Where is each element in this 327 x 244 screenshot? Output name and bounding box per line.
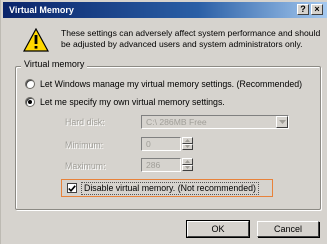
radio-manual-settings[interactable]: Let me specify my own virtual memory set… (25, 97, 225, 107)
maximum-spinner[interactable] (182, 158, 193, 171)
spin-down-icon[interactable] (182, 143, 193, 150)
checkmark-icon (68, 184, 76, 192)
window-title: Virtual Memory (9, 5, 74, 15)
ok-button[interactable]: OK (186, 220, 250, 238)
radio-windows-manage[interactable]: Let Windows manage my virtual memory set… (25, 79, 302, 89)
disable-virtual-memory-checkbox[interactable] (67, 183, 77, 193)
minimum-spinner[interactable] (182, 137, 193, 150)
radio-button[interactable] (25, 79, 35, 89)
disable-virtual-memory-label[interactable]: Disable virtual memory. (Not recommended… (81, 182, 259, 195)
chevron-down-icon[interactable] (276, 116, 288, 128)
radio-button-selected[interactable] (25, 97, 35, 107)
radio-manual-label: Let me specify my own virtual memory set… (40, 97, 225, 107)
virtual-memory-dialog: Virtual Memory ? × These settings can ad… (0, 0, 327, 244)
maximum-label: Maximum: (65, 161, 106, 171)
warning-triangle-icon (23, 28, 49, 52)
hard-disk-label: Hard disk: (65, 117, 105, 127)
hard-disk-dropdown[interactable]: C:\ 286MB Free (141, 115, 289, 129)
minimum-input[interactable]: 0 (141, 137, 181, 151)
title-bar: Virtual Memory ? × (3, 2, 327, 18)
spin-down-icon[interactable] (182, 164, 193, 171)
cancel-button[interactable]: Cancel (257, 221, 319, 237)
maximum-input[interactable]: 286 (141, 158, 181, 172)
radio-windows-label: Let Windows manage my virtual memory set… (40, 79, 303, 89)
warning-text: These settings can adversely affect syst… (61, 28, 321, 49)
minimum-label: Minimum: (65, 140, 104, 150)
hard-disk-value: C:\ 286MB Free (146, 117, 207, 127)
group-label: Virtual memory (21, 59, 88, 69)
help-button[interactable]: ? (297, 4, 309, 15)
close-button[interactable]: × (311, 4, 323, 15)
